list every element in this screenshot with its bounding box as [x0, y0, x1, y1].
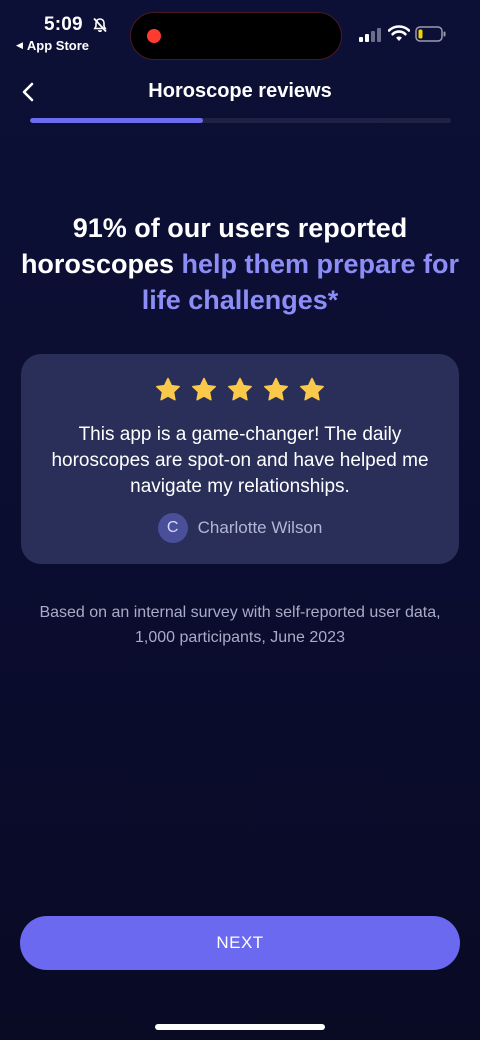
star-icon	[228, 377, 252, 401]
reviewer: C Charlotte Wilson	[21, 513, 459, 543]
survey-footnote: Based on an internal survey with self-re…	[39, 604, 441, 646]
review-text: This app is a game-changer! The daily ho…	[51, 424, 429, 497]
headline: 91% of our users reported horoscopes hel…	[20, 210, 460, 318]
star-rating	[21, 376, 459, 404]
status-time: 5:09	[44, 14, 83, 35]
status-bar: 5:09 ◀ App Store	[0, 0, 480, 64]
battery-icon	[415, 26, 446, 42]
avatar: C	[157, 513, 188, 543]
star-icon	[300, 377, 324, 401]
home-indicator	[155, 1024, 325, 1030]
progress-bar-fill	[30, 118, 203, 123]
reviewer-name: Charlotte Wilson	[197, 518, 323, 537]
star-icon	[264, 377, 288, 401]
back-to-app-label: App Store	[26, 38, 90, 53]
cellular-signal-icon	[359, 28, 381, 42]
next-button[interactable]: NEXT	[20, 916, 460, 970]
recording-indicator-icon	[147, 29, 161, 43]
progress-bar	[30, 118, 451, 123]
dynamic-island	[130, 12, 342, 60]
back-to-app-store[interactable]: ◀ App Store	[16, 38, 89, 53]
headline-accent: help them prepare for life challenges*	[141, 249, 460, 315]
header: Horoscope reviews	[0, 70, 480, 116]
back-triangle-icon: ◀	[16, 40, 23, 50]
page-title: Horoscope reviews	[148, 80, 332, 102]
bell-muted-icon	[93, 17, 107, 33]
review-card: This app is a game-changer! The daily ho…	[21, 354, 459, 564]
wifi-icon	[388, 25, 410, 41]
star-icon	[156, 377, 180, 401]
star-icon	[192, 377, 216, 401]
